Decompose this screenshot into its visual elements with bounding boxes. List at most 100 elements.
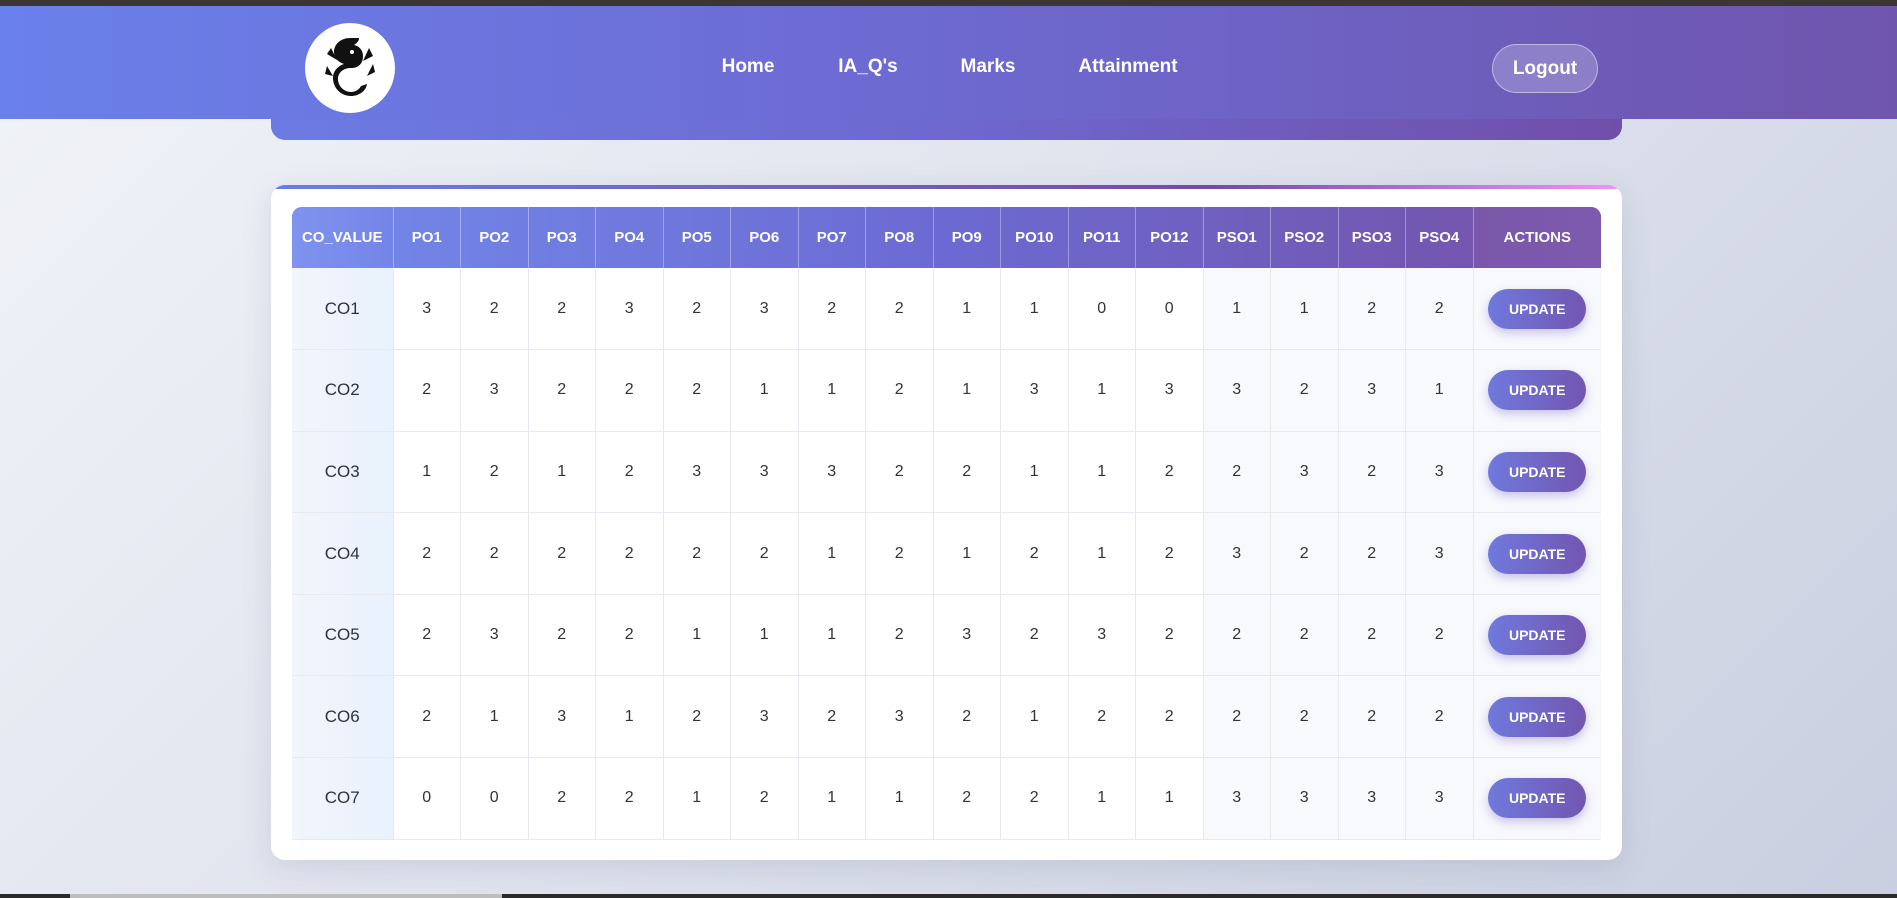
mapping-value-cell: 3 bbox=[933, 594, 1001, 677]
table-row: CO7 0 0 2 2 1 2 1 1 2 2 1 1 3 3 3 3 UPDATE bbox=[292, 757, 1601, 840]
mapping-value-cell: 3 bbox=[1270, 431, 1339, 514]
mapping-value-cell: 2 bbox=[1000, 757, 1069, 840]
mapping-value-cell: 2 bbox=[393, 675, 461, 759]
dragon-logo[interactable] bbox=[305, 23, 395, 113]
column-header-po6: PO6 bbox=[730, 207, 799, 268]
navbar-underhang bbox=[271, 119, 1622, 140]
mapping-value-cell: 2 bbox=[1338, 594, 1406, 677]
mapping-value-cell: 2 bbox=[663, 512, 731, 595]
column-header-pso2: PSO2 bbox=[1270, 207, 1339, 268]
update-button[interactable]: UPDATE bbox=[1488, 451, 1587, 492]
scrollbar-thumb[interactable] bbox=[70, 894, 502, 898]
table-row: CO5 2 3 2 2 1 1 1 2 3 2 3 2 2 2 2 2 UPDATE bbox=[292, 594, 1601, 677]
co-po-mapping-card: CO_VALUE PO1 PO2 PO3 PO4 PO5 PO6 PO7 PO8 PO9 PO10 P… bbox=[271, 185, 1622, 860]
co-label-cell: CO6 bbox=[292, 675, 394, 759]
update-button[interactable]: UPDATE bbox=[1488, 615, 1587, 656]
mapping-value-cell: 2 bbox=[798, 675, 866, 759]
mapping-value-cell: 1 bbox=[393, 431, 461, 514]
mapping-value-cell: 2 bbox=[1405, 268, 1474, 351]
mapping-value-cell: 2 bbox=[865, 268, 934, 351]
nav-link-attainment[interactable]: Attainment bbox=[1078, 56, 1177, 78]
co-label-cell: CO4 bbox=[292, 512, 394, 595]
column-header-po1: PO1 bbox=[393, 207, 461, 268]
co-label-cell: CO1 bbox=[292, 268, 394, 351]
nav-link-marks[interactable]: Marks bbox=[961, 56, 1016, 78]
mapping-value-cell: 2 bbox=[393, 349, 461, 432]
mapping-value-cell: 3 bbox=[1338, 349, 1406, 432]
mapping-value-cell: 1 bbox=[730, 349, 799, 432]
mapping-value-cell: 2 bbox=[865, 431, 934, 514]
mapping-value-cell: 1 bbox=[798, 757, 866, 840]
mapping-value-cell: 1 bbox=[798, 594, 866, 677]
co-label-cell: CO2 bbox=[292, 349, 394, 432]
mapping-value-cell: 2 bbox=[595, 512, 664, 595]
mapping-value-cell: 1 bbox=[663, 757, 731, 840]
dragon-icon bbox=[325, 38, 375, 96]
table-row: CO3 1 2 1 2 3 3 3 2 2 1 1 2 2 3 2 3 UPDATE bbox=[292, 431, 1601, 514]
mapping-value-cell: 1 bbox=[798, 512, 866, 595]
mapping-value-cell: 2 bbox=[663, 268, 731, 351]
mapping-value-cell: 2 bbox=[798, 268, 866, 351]
mapping-value-cell: 1 bbox=[528, 431, 596, 514]
update-button[interactable]: UPDATE bbox=[1488, 778, 1587, 819]
update-button[interactable]: UPDATE bbox=[1488, 370, 1587, 411]
table-row: CO2 2 3 2 2 2 1 1 2 1 3 1 3 3 2 3 1 UPDATE bbox=[292, 349, 1601, 432]
mapping-value-cell: 3 bbox=[730, 431, 799, 514]
column-header-po10: PO10 bbox=[1000, 207, 1069, 268]
mapping-value-cell: 1 bbox=[1135, 757, 1204, 840]
mapping-value-cell: 3 bbox=[1405, 512, 1474, 595]
mapping-value-cell: 3 bbox=[1338, 757, 1406, 840]
mapping-value-cell: 2 bbox=[1135, 431, 1204, 514]
mapping-value-cell: 1 bbox=[798, 349, 866, 432]
mapping-value-cell: 2 bbox=[1338, 431, 1406, 514]
update-button[interactable]: UPDATE bbox=[1488, 533, 1587, 574]
mapping-value-cell: 3 bbox=[1135, 349, 1204, 432]
mapping-value-cell: 0 bbox=[1135, 268, 1204, 351]
mapping-value-cell: 2 bbox=[595, 349, 664, 432]
nav-link-home[interactable]: Home bbox=[722, 56, 775, 78]
mapping-value-cell: 3 bbox=[1068, 594, 1136, 677]
actions-cell: UPDATE bbox=[1473, 675, 1601, 759]
actions-cell: UPDATE bbox=[1473, 594, 1601, 677]
mapping-value-cell: 1 bbox=[730, 594, 799, 677]
mapping-value-cell: 2 bbox=[663, 675, 731, 759]
update-button[interactable]: UPDATE bbox=[1488, 696, 1587, 737]
horizontal-scrollbar[interactable] bbox=[0, 894, 1897, 898]
table-row: CO4 2 2 2 2 2 2 1 2 1 2 1 2 3 2 2 3 UPDATE bbox=[292, 512, 1601, 595]
mapping-value-cell: 2 bbox=[865, 512, 934, 595]
nav-link-ia-qs[interactable]: IA_Q's bbox=[838, 56, 897, 78]
mapping-value-cell: 2 bbox=[1338, 512, 1406, 595]
logout-button[interactable]: Logout bbox=[1492, 44, 1598, 93]
mapping-value-cell: 3 bbox=[1203, 349, 1271, 432]
mapping-value-cell: 2 bbox=[1405, 594, 1474, 677]
mapping-value-cell: 1 bbox=[1405, 349, 1474, 432]
mapping-value-cell: 1 bbox=[933, 349, 1001, 432]
mapping-value-cell: 2 bbox=[1135, 594, 1204, 677]
mapping-value-cell: 2 bbox=[1000, 594, 1069, 677]
mapping-value-cell: 1 bbox=[1000, 431, 1069, 514]
mapping-value-cell: 3 bbox=[460, 349, 529, 432]
co-label-cell: CO3 bbox=[292, 431, 394, 514]
mapping-value-cell: 1 bbox=[933, 268, 1001, 351]
mapping-value-cell: 3 bbox=[730, 268, 799, 351]
mapping-value-cell: 2 bbox=[730, 512, 799, 595]
update-button[interactable]: UPDATE bbox=[1488, 288, 1587, 329]
mapping-value-cell: 2 bbox=[1270, 349, 1339, 432]
mapping-value-cell: 2 bbox=[528, 757, 596, 840]
mapping-value-cell: 1 bbox=[865, 757, 934, 840]
mapping-value-cell: 1 bbox=[1203, 268, 1271, 351]
actions-cell: UPDATE bbox=[1473, 757, 1601, 840]
co-po-table: CO_VALUE PO1 PO2 PO3 PO4 PO5 PO6 PO7 PO8 PO9 PO10 P… bbox=[292, 207, 1601, 840]
column-header-po3: PO3 bbox=[528, 207, 596, 268]
mapping-value-cell: 2 bbox=[865, 349, 934, 432]
mapping-value-cell: 2 bbox=[1203, 431, 1271, 514]
mapping-value-cell: 3 bbox=[1405, 757, 1474, 840]
mapping-value-cell: 2 bbox=[1068, 675, 1136, 759]
mapping-value-cell: 2 bbox=[730, 757, 799, 840]
mapping-value-cell: 1 bbox=[460, 675, 529, 759]
mapping-value-cell: 2 bbox=[1135, 675, 1204, 759]
table-row: CO6 2 1 3 1 2 3 2 3 2 1 2 2 2 2 2 2 UPDATE bbox=[292, 675, 1601, 759]
mapping-value-cell: 2 bbox=[1203, 594, 1271, 677]
mapping-value-cell: 2 bbox=[528, 349, 596, 432]
co-label-cell: CO5 bbox=[292, 594, 394, 677]
